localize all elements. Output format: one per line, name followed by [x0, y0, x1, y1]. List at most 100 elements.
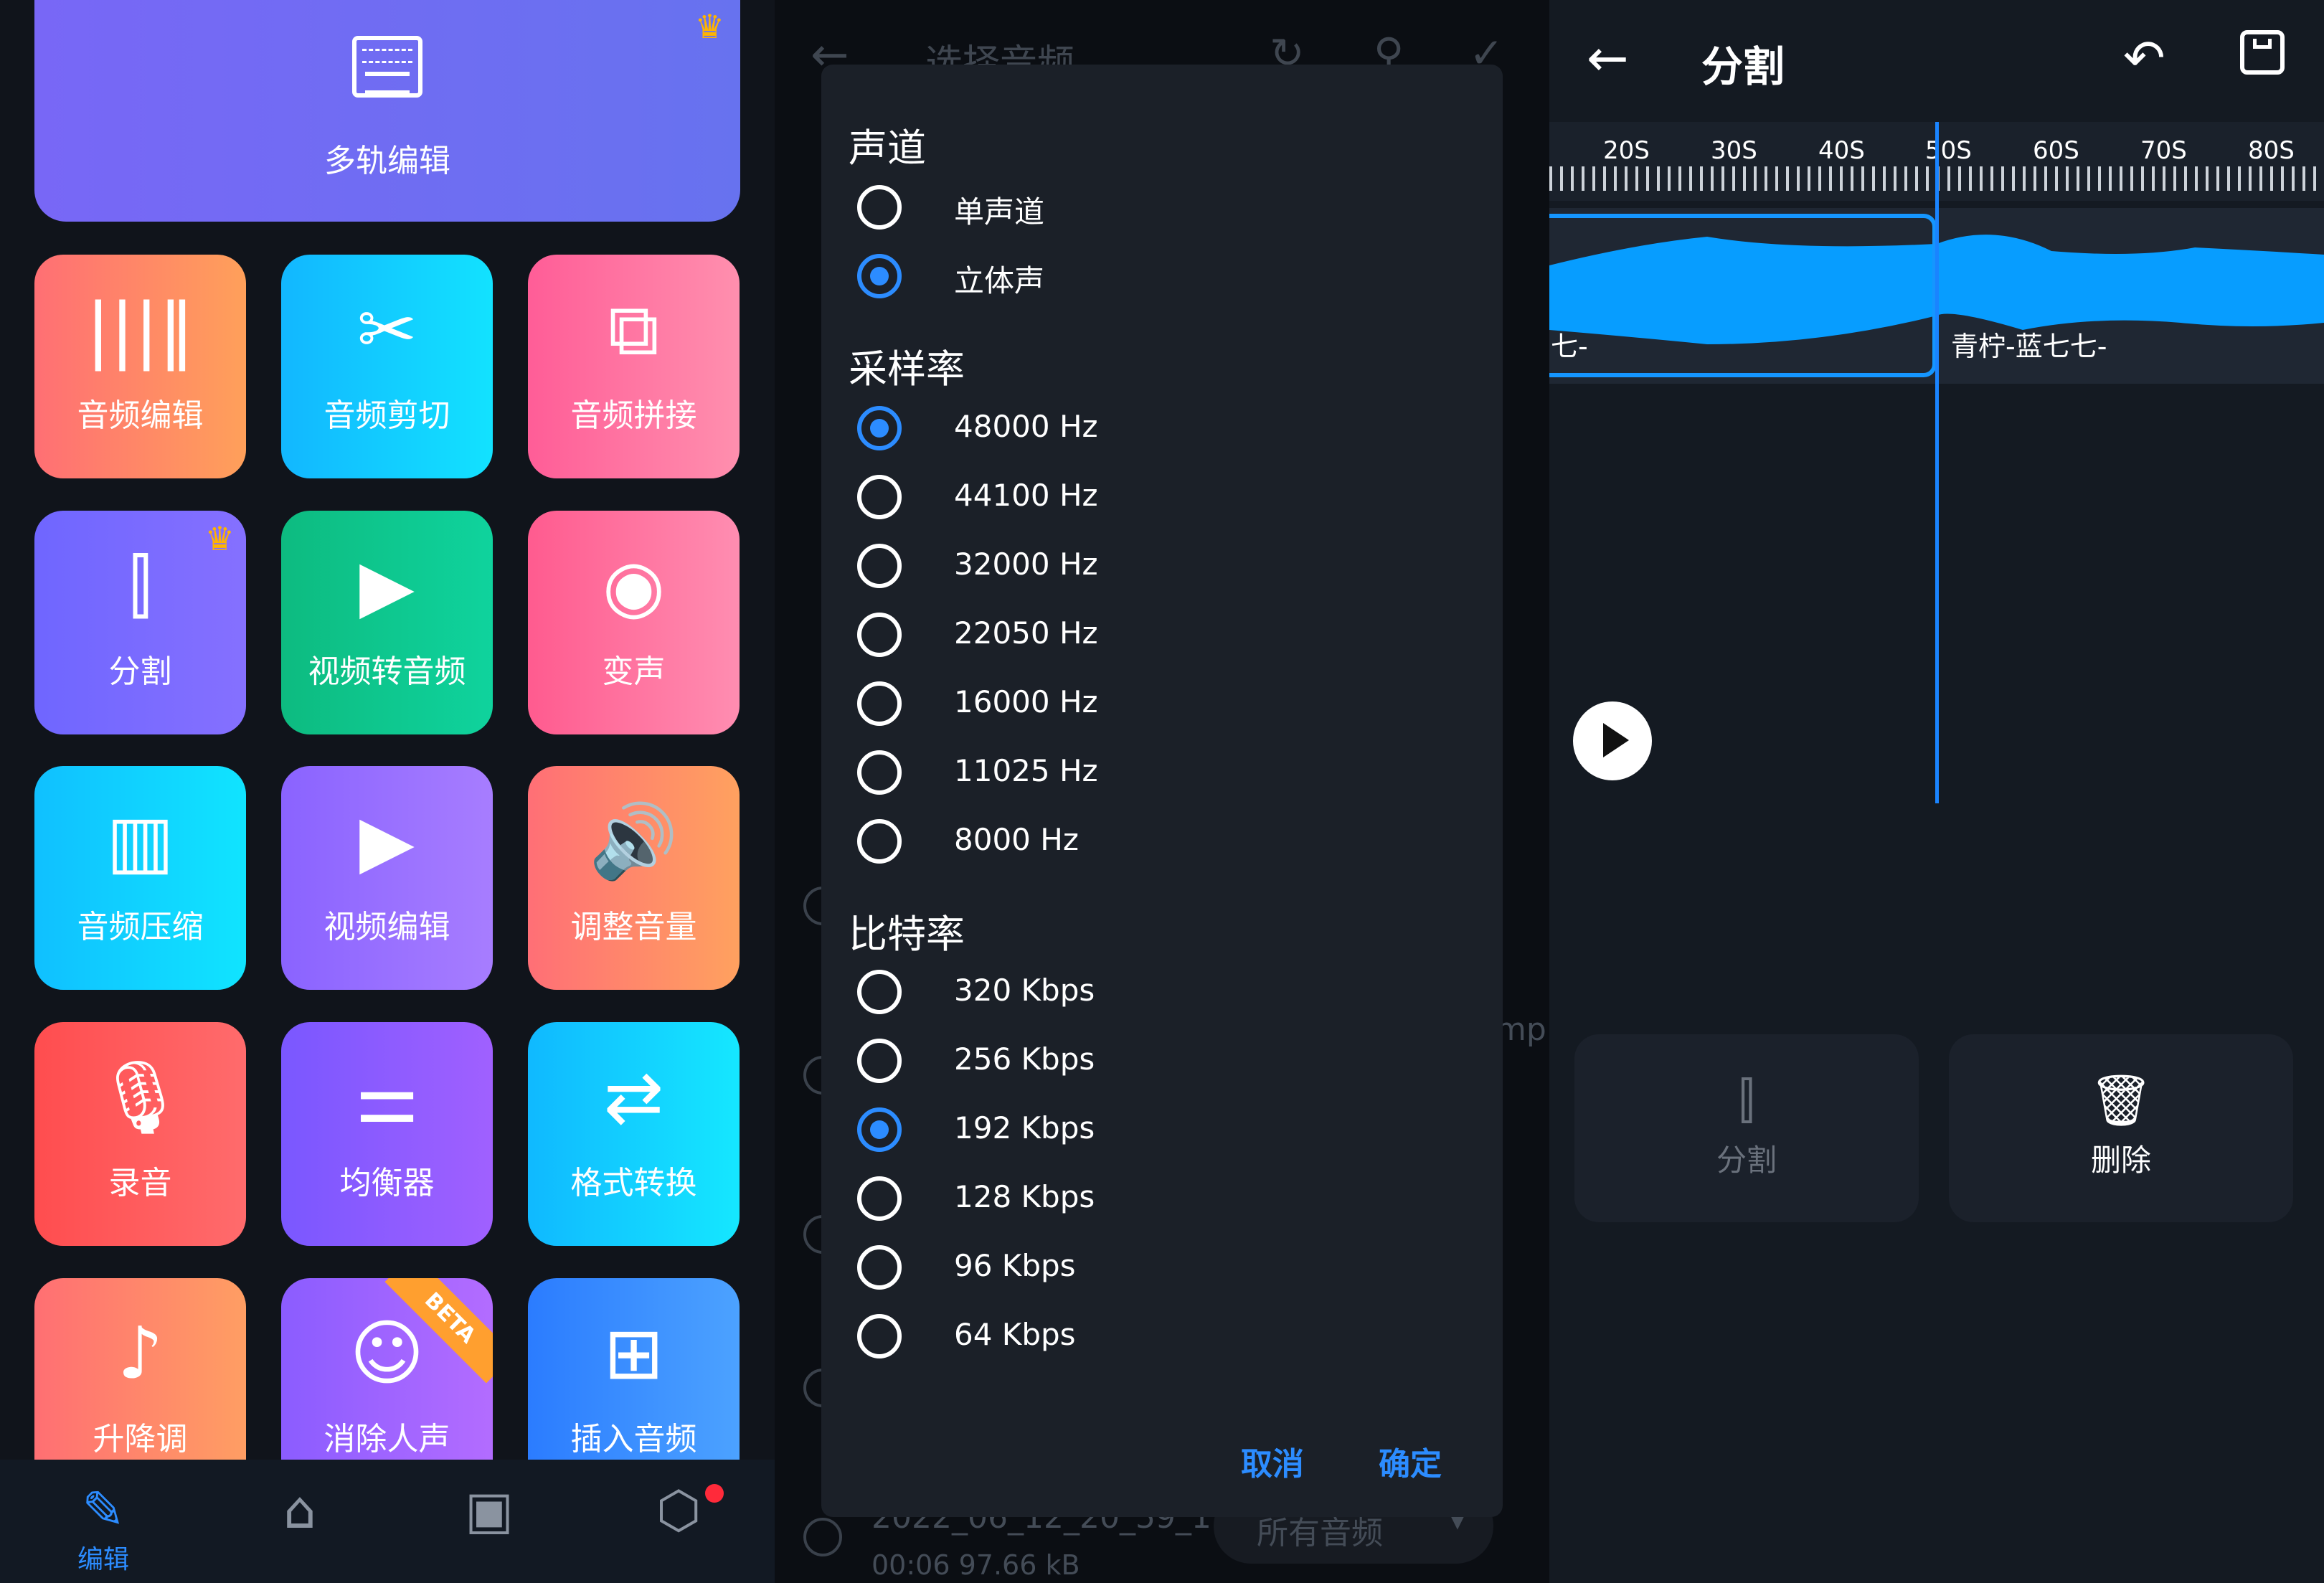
nav-gallery[interactable]: ▣ [439, 1481, 539, 1539]
crown-icon: ♛ [694, 7, 724, 46]
edit-icon: ✎ [81, 1480, 126, 1540]
bottom-navigation: ✎ 编辑 ⌂ ▣ ⬡ [0, 1460, 775, 1583]
tool-tile[interactable]: 🔊 调整音量 [528, 766, 740, 990]
delete-action-label: 删除 [2090, 1143, 2151, 1178]
ruler-label: 40S [1818, 136, 1865, 165]
bitrate-option-label: 192 Kbps [954, 1110, 1095, 1145]
sample-rate-option-label: 8000 Hz [954, 822, 1079, 857]
tool-tile-label: 消除人声 [323, 1421, 450, 1457]
sample-rate-option-label: 11025 Hz [954, 753, 1098, 788]
playhead[interactable] [1935, 122, 1939, 803]
home-icon: ⌂ [283, 1480, 316, 1540]
merge-icon: ⧉ [608, 288, 660, 372]
multitrack-edit-card[interactable]: 多轨编辑 ♛ [34, 0, 740, 222]
zip-icon: ▥ [106, 799, 174, 883]
select-audio-panel: ← 选择音频 ↻ ⚲ ✓ mp 2022_06_12_20_59_1 00:06… [775, 0, 1549, 1583]
bitrate-option-label: 128 Kbps [954, 1179, 1095, 1214]
notification-dot [705, 1484, 724, 1503]
radio-button[interactable] [857, 1039, 902, 1083]
cancel-button[interactable]: 取消 [1241, 1438, 1304, 1484]
play-button[interactable] [1573, 701, 1652, 780]
tool-tile-label: 视频编辑 [323, 909, 450, 945]
tool-tile[interactable]: |||‖ 音频编辑 [34, 255, 246, 478]
tool-tile-label: 音频压缩 [77, 909, 204, 945]
tool-tile[interactable]: ⧉ 音频拼接 [528, 255, 740, 478]
tool-tile[interactable]: ▶ 视频编辑 [281, 766, 493, 990]
tool-tile[interactable]: ⇄ 格式转换 [528, 1022, 740, 1246]
split-action-button[interactable]: ⫿ 分割 [1574, 1034, 1919, 1222]
tool-tile-label: 音频剪切 [323, 397, 450, 434]
split-action-label: 分割 [1716, 1143, 1777, 1178]
bitrate-option-label: 64 Kbps [954, 1317, 1076, 1352]
sample-rate-option-label: 48000 Hz [954, 409, 1098, 444]
ruler-label: 20S [1603, 136, 1650, 165]
radio-button[interactable] [857, 1107, 902, 1152]
save-icon[interactable] [2240, 30, 2285, 75]
bitrate-option-label: 256 Kbps [954, 1041, 1095, 1077]
split-editor-panel: ← 分割 ↶ 20S 30S 40S 50S 60S 70S 80S 七- 青柠… [1549, 0, 2324, 1583]
confirm-button[interactable]: 确定 [1379, 1438, 1442, 1484]
radio-button[interactable] [857, 681, 902, 726]
sample-rate-option-label: 16000 Hz [954, 684, 1098, 719]
background-file-meta: 00:06 97.66 kB [872, 1549, 1080, 1581]
nav-edit-label: 编辑 [77, 1545, 129, 1574]
tool-tile-label: 变声 [602, 653, 666, 690]
radio-button[interactable] [857, 544, 902, 588]
export-settings-dialog: 声道 单声道 立体声 采样率 48000 Hz 44100 Hz 32000 Hz 22… [821, 65, 1503, 1517]
tool-tile-label: 插入音频 [570, 1421, 697, 1457]
sample-rate-option-label: 44100 Hz [954, 478, 1098, 513]
radio-button[interactable] [857, 970, 902, 1014]
back-arrow-icon[interactable]: ← [1587, 29, 1629, 88]
ruler-label: 70S [2140, 136, 2187, 165]
radio-button[interactable] [857, 475, 902, 519]
tool-tile-label: 音频编辑 [77, 397, 204, 434]
home-panel: 多轨编辑 ♛ |||‖ 音频编辑 ✂ 音频剪切 ⧉ 音频拼接 ⫿ 分割 ♛ ▶ 视频转音频 ◉ 变声 ▥ 音… [0, 0, 775, 1583]
bitrate-section-title: 比特率 [849, 912, 965, 957]
multitrack-icon [352, 36, 422, 98]
delete-action-button[interactable]: 🗑 删除 [1949, 1034, 2293, 1222]
tool-tile-label: 录音 [108, 1165, 172, 1201]
scissors-icon: ✂ [356, 288, 417, 372]
nav-edit[interactable]: ✎ 编辑 [53, 1481, 153, 1576]
background-radio[interactable] [803, 1518, 842, 1556]
radio-button[interactable] [857, 613, 902, 657]
undo-icon[interactable]: ↶ [2123, 29, 2165, 88]
crown-icon: ♛ [204, 519, 235, 558]
clapper-icon: ▶ [359, 799, 415, 883]
channel-option-label: 单声道 [954, 194, 1045, 230]
page-title: 分割 [1701, 42, 1785, 91]
tool-tile[interactable]: ⚌ 均衡器 [281, 1022, 493, 1246]
tool-tile[interactable]: ▥ 音频压缩 [34, 766, 246, 990]
radio-button[interactable] [857, 1245, 902, 1290]
tool-tile[interactable]: ⫿ 分割 ♛ [34, 511, 246, 734]
tool-tile[interactable]: ✂ 音频剪切 [281, 255, 493, 478]
multitrack-label: 多轨编辑 [324, 143, 450, 179]
nav-home[interactable]: ⌂ [250, 1481, 350, 1539]
ruler-label: 30S [1711, 136, 1757, 165]
channel-section-title: 声道 [849, 126, 926, 171]
tool-tile[interactable]: ◉ 变声 [528, 511, 740, 734]
radio-button[interactable] [857, 406, 902, 450]
radio-button[interactable] [857, 1314, 902, 1358]
sample-rate-section-title: 采样率 [849, 346, 965, 392]
ruler-label: 60S [2033, 136, 2079, 165]
radio-button[interactable] [857, 750, 902, 795]
split-icon: ⫿ [1738, 1071, 1755, 1130]
tool-tile-label: 均衡器 [339, 1165, 435, 1201]
voice-change-icon: ◉ [602, 544, 666, 628]
radio-button[interactable] [857, 819, 902, 864]
tool-tile[interactable]: 🎙 录音 [34, 1022, 246, 1246]
video-to-audio-icon: ▶ [359, 544, 415, 628]
waveform-icon: |||‖ [85, 288, 195, 372]
microphone-icon: 🎙 [95, 1055, 186, 1139]
selected-clip-frame[interactable] [1549, 214, 1937, 377]
radio-button[interactable] [857, 254, 902, 298]
bitrate-option-label: 96 Kbps [954, 1248, 1076, 1283]
bitrate-option-label: 320 Kbps [954, 973, 1095, 1008]
radio-button[interactable] [857, 1176, 902, 1221]
split-toolbar: ← 分割 ↶ [1549, 0, 2324, 122]
tool-tile-label: 分割 [108, 653, 172, 690]
radio-button[interactable] [857, 185, 902, 230]
tool-tile[interactable]: ▶ 视频转音频 [281, 511, 493, 734]
tool-tile-label: 调整音量 [570, 909, 697, 945]
